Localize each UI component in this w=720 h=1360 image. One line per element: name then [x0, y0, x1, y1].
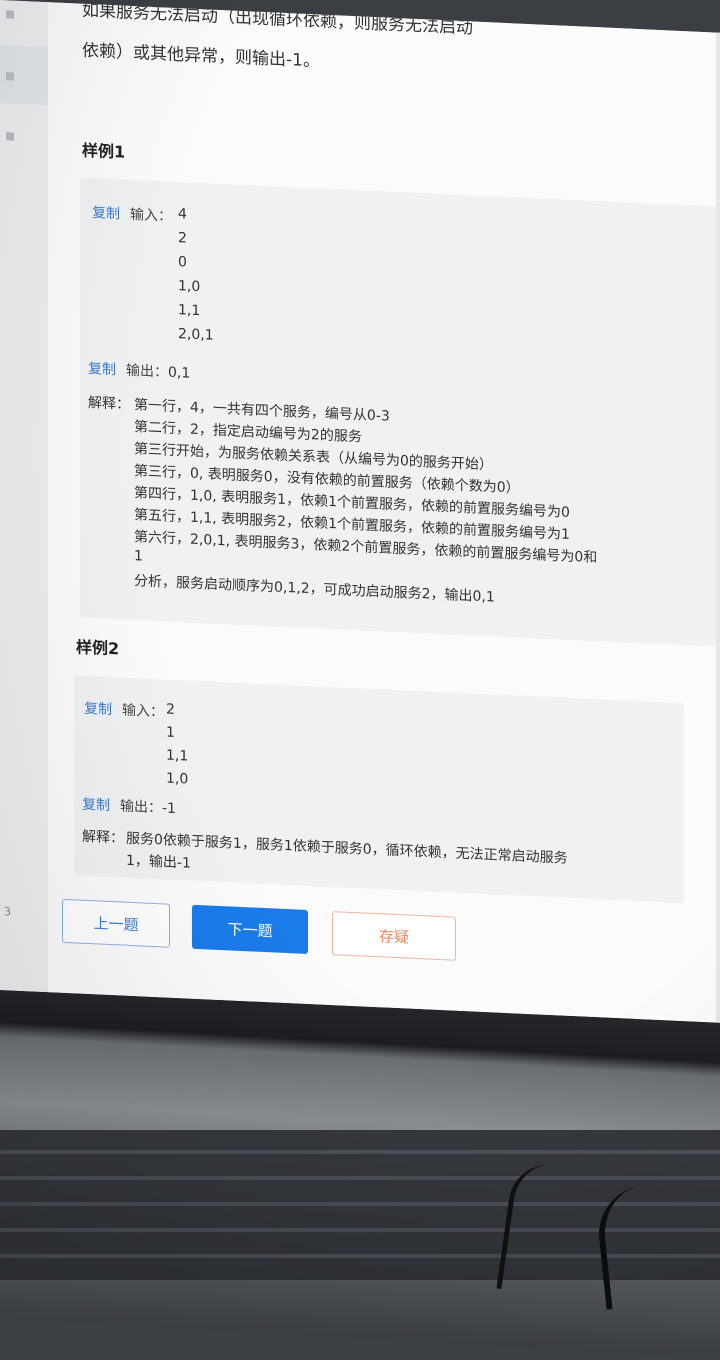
question-nav-sidebar: 3: [0, 0, 49, 993]
sample1-input-line: 0: [178, 254, 187, 271]
mark-doubt-button[interactable]: 存疑: [332, 911, 456, 961]
sample2-input-label: 输入：: [122, 702, 164, 721]
sample2-input-line: 2: [166, 701, 175, 718]
problem-text-line: 如果服务无法启动（出现循环依赖，则服务无法启动: [82, 0, 473, 39]
sample1-input-line: 1,1: [178, 302, 201, 320]
sidebar-item-icon[interactable]: [6, 132, 14, 141]
sample2-output-value: -1: [162, 800, 176, 817]
sidebar-page-number: 3: [4, 905, 11, 919]
sample2-explain-line: 服务0依赖于服务1，服务1依赖于服务0，循环依赖，无法正常启动服务: [126, 830, 568, 867]
sample1-input-line: 4: [178, 206, 187, 223]
scrollbar[interactable]: [716, 32, 720, 1023]
sample1-input-line: 2: [178, 230, 187, 247]
next-question-button[interactable]: 下一题: [192, 904, 308, 954]
sample2-output-label: 输出：: [120, 798, 162, 817]
sample1-box: 复制 输入： 4 2 0 1,0 1,1 2,0,1 复制 输出：0,1 解释： 第…: [80, 177, 720, 647]
sample1-explain-line: 1: [134, 548, 143, 565]
sample1-output-copy-button[interactable]: 复制: [88, 361, 116, 378]
sample1-explain-label: 解释：: [88, 394, 130, 413]
sample2-input-line: 1: [166, 724, 175, 741]
sample2-title: 样例2: [76, 637, 120, 659]
sample1-output-value: 0,1: [168, 364, 191, 382]
sample2-explain-line: 1，输出-1: [126, 852, 191, 872]
sample1-input-label: 输入：: [130, 206, 172, 225]
sample2-explain-label: 解释：: [82, 828, 124, 847]
question-content: 如果服务无法启动（出现循环依赖，则服务无法启动 依赖）或其他异常，则输出-1。 …: [48, 0, 720, 1023]
problem-text-line: 依赖）或其他异常，则输出-1。: [82, 40, 320, 72]
sample2-input-copy-button[interactable]: 复制: [84, 701, 112, 718]
sample2-input-line: 1,1: [166, 747, 189, 765]
sample1-output-label: 输出：: [126, 362, 168, 381]
sample1-input-copy-button[interactable]: 复制: [92, 205, 120, 222]
sample1-title: 样例1: [82, 140, 126, 162]
sample2-input-line: 1,0: [166, 770, 189, 788]
sample1-input-line: 2,0,1: [178, 326, 214, 344]
sidebar-item-icon[interactable]: [6, 72, 14, 81]
sample1-input-line: 1,0: [178, 278, 201, 296]
sample2-box: 复制 输入： 2 1 1,1 1,0 复制 输出：-1 解释： 服务0依赖于服务1，…: [74, 675, 684, 904]
screen: 3 ◀ 如果服务无法启动（出现循环依赖，则服务无法启动 依赖）或其他异常，则输出…: [0, 0, 720, 1023]
prev-question-button[interactable]: 上一题: [62, 898, 170, 948]
sidebar-item-icon[interactable]: [6, 10, 14, 19]
sample2-output-copy-button[interactable]: 复制: [82, 797, 110, 814]
sample1-explain-line: 分析，服务启动顺序为0,1,2，可成功启动服务2，输出0,1: [134, 573, 495, 606]
